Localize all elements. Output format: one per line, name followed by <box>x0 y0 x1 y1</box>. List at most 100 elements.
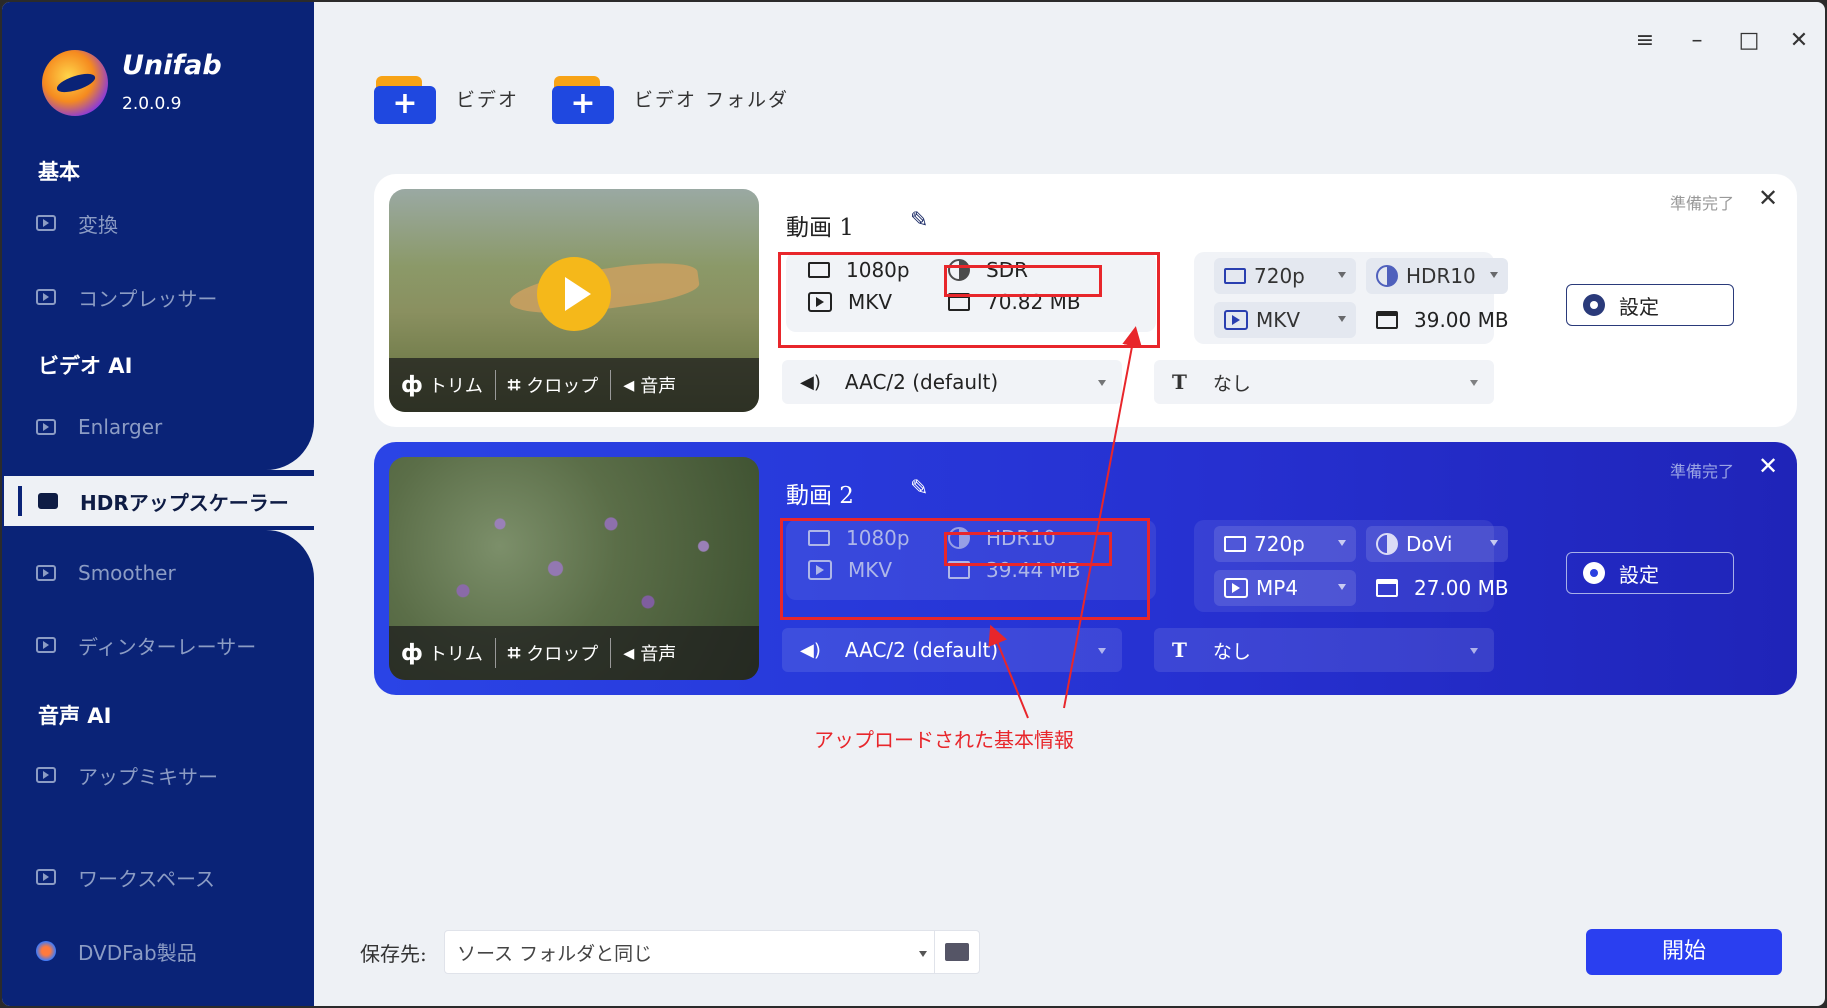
brand-name: Unifab <box>122 50 222 81</box>
close-window-icon[interactable]: ✕ <box>1784 26 1814 56</box>
section-audio-ai: 音声 AI <box>38 704 112 728</box>
upmixer-icon <box>36 767 56 783</box>
trim-icon: ф <box>401 640 423 666</box>
dvdfab-icon <box>36 941 56 961</box>
audio-button[interactable]: ◂ 音声 <box>610 638 688 668</box>
sidebar-item-upmixer[interactable]: アップミキサー <box>2 750 314 800</box>
maximize-icon[interactable]: □ <box>1734 26 1764 56</box>
sidebar-item-smoother[interactable]: Smoother <box>2 548 314 598</box>
chevron-down-icon <box>1338 316 1346 322</box>
browse-folder-icon[interactable] <box>945 943 969 961</box>
video-file-icon <box>1224 310 1248 330</box>
video-thumbnail[interactable]: ф トリム ⌗ クロップ ◂ 音声 <box>389 189 759 412</box>
audio-track-select[interactable]: ◀) AAC/2 (default) <box>782 628 1122 672</box>
app-window: Unifab 2.0.0.9 基本 変換 コンプレッサー ビデオ AI Enla… <box>0 0 1827 1008</box>
folder-icon <box>1376 579 1398 597</box>
edit-icon[interactable]: ✎ <box>910 208 928 233</box>
play-icon[interactable] <box>537 257 611 331</box>
thumbnail-toolbar: ф トリム ⌗ クロップ ◂ 音声 <box>389 358 759 412</box>
sidebar-item-convert[interactable]: 変換 <box>2 198 314 248</box>
speaker-icon: ◂ <box>623 640 635 666</box>
crop-button[interactable]: ⌗ クロップ <box>494 638 610 668</box>
status-badge: 準備完了 <box>1669 194 1734 213</box>
audio-button[interactable]: ◂ 音声 <box>610 370 688 400</box>
chevron-down-icon <box>1338 540 1346 546</box>
gear-icon <box>1583 294 1605 316</box>
edit-icon[interactable]: ✎ <box>910 476 928 501</box>
target-range-select[interactable]: HDR10 <box>1366 258 1508 294</box>
speaker-icon: ◀) <box>800 371 821 393</box>
subtitle-icon: T <box>1172 638 1187 662</box>
add-video-button[interactable]: + ビデオ <box>374 72 519 124</box>
compressor-icon <box>36 289 56 305</box>
trim-icon: ф <box>401 372 423 398</box>
highlight-box-range-2 <box>944 532 1112 566</box>
highlight-box-range-1 <box>944 265 1102 297</box>
monitor-icon <box>1224 268 1246 284</box>
chevron-down-icon <box>1098 380 1106 386</box>
speaker-icon: ◀) <box>800 639 821 661</box>
trim-button[interactable]: ф トリム <box>389 638 495 668</box>
video-title: 動画 1 <box>786 215 854 241</box>
menu-icon[interactable]: ≡ <box>1630 26 1660 56</box>
section-basic: 基本 <box>38 160 80 184</box>
sidebar-item-enlarger[interactable]: Enlarger <box>2 402 314 452</box>
trim-button[interactable]: ф トリム <box>389 370 495 400</box>
hdr-icon <box>38 493 58 509</box>
chevron-down-icon <box>1470 648 1478 654</box>
save-location-label: 保存先: <box>360 942 427 966</box>
crop-button[interactable]: ⌗ クロップ <box>494 370 610 400</box>
target-resolution-select[interactable]: 720p <box>1214 526 1356 562</box>
thumbnail-toolbar: ф トリム ⌗ クロップ ◂ 音声 <box>389 626 759 680</box>
subtitle-select[interactable]: T なし <box>1154 360 1494 404</box>
chevron-down-icon <box>1470 380 1478 386</box>
speaker-icon: ◂ <box>623 372 635 398</box>
app-version: 2.0.0.9 <box>122 94 182 114</box>
enlarger-icon <box>36 419 56 435</box>
add-video-icon: + <box>374 72 436 124</box>
minimize-icon[interactable]: – <box>1682 26 1712 56</box>
add-folder-icon: + <box>552 72 614 124</box>
hdr-range-icon <box>1376 533 1398 555</box>
subtitle-select[interactable]: T なし <box>1154 628 1494 672</box>
add-folder-button[interactable]: + ビデオ フォルダ <box>552 72 789 124</box>
deinterlacer-icon <box>36 637 56 653</box>
target-container-select[interactable]: MKV <box>1214 302 1356 338</box>
save-location-select[interactable]: ソース フォルダと同じ <box>444 930 980 974</box>
sidebar-item-workspace[interactable]: ワークスペース <box>2 852 314 902</box>
chevron-down-icon <box>1098 648 1106 654</box>
crop-icon: ⌗ <box>507 640 521 666</box>
subtitle-icon: T <box>1172 370 1187 394</box>
hdr-range-icon <box>1376 265 1398 287</box>
video-title: 動画 2 <box>786 483 854 509</box>
target-range-select[interactable]: DoVi <box>1366 526 1508 562</box>
folder-icon <box>1376 311 1398 329</box>
sidebar-item-deinterlacer[interactable]: ディンターレーサー <box>2 620 314 670</box>
smoother-icon <box>36 565 56 581</box>
settings-button[interactable]: 設定 <box>1566 552 1734 594</box>
annotation-label: アップロードされた基本情報 <box>814 728 1074 752</box>
chevron-down-icon <box>919 951 927 957</box>
sidebar-item-hdr-upscaler[interactable]: HDRアップスケーラー <box>4 476 316 526</box>
sidebar-item-dvdfab-products[interactable]: DVDFab製品 <box>2 926 314 976</box>
chevron-down-icon <box>1490 272 1498 278</box>
monitor-icon <box>36 869 56 885</box>
section-video-ai: ビデオ AI <box>38 354 133 378</box>
target-resolution-select[interactable]: 720p <box>1214 258 1356 294</box>
convert-icon <box>36 215 56 231</box>
crop-icon: ⌗ <box>507 372 521 398</box>
video-thumbnail[interactable]: ф トリム ⌗ クロップ ◂ 音声 <box>389 457 759 680</box>
start-button[interactable]: 開始 <box>1586 929 1782 975</box>
target-size: 39.00 MB <box>1376 308 1509 332</box>
status-badge: 準備完了 <box>1669 462 1734 481</box>
monitor-icon <box>1224 536 1246 552</box>
target-container-select[interactable]: MP4 <box>1214 570 1356 606</box>
gear-icon <box>1583 562 1605 584</box>
sidebar-item-compressor[interactable]: コンプレッサー <box>2 272 314 322</box>
close-icon[interactable]: ✕ <box>1758 184 1778 212</box>
settings-button[interactable]: 設定 <box>1566 284 1734 326</box>
audio-track-select[interactable]: ◀) AAC/2 (default) <box>782 360 1122 404</box>
video-file-icon <box>1224 578 1248 598</box>
sidebar: Unifab 2.0.0.9 基本 変換 コンプレッサー ビデオ AI Enla… <box>2 2 316 1006</box>
close-icon[interactable]: ✕ <box>1758 452 1778 480</box>
